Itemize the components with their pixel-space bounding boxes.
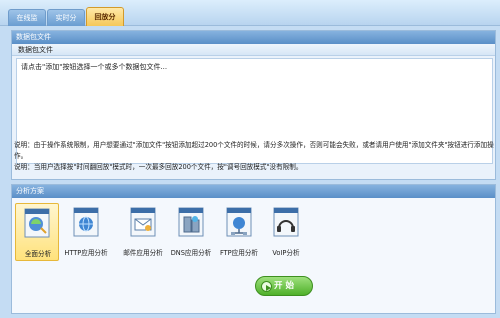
ftp-analysis-icon <box>226 207 252 237</box>
note-line-1: 说明：由于操作系统限制，用户想要通过"添加文件"按钮添加超过200个文件的时候，… <box>14 141 494 160</box>
note-line-2: 说明：当用户选择按"时间翻回放"模式时，一次最多回放200个文件，按"调号回放模… <box>14 163 303 171</box>
packet-file-panel-title: 数据包文件 <box>12 31 495 44</box>
tab-replay-analysis[interactable]: 回放分析 <box>86 7 124 39</box>
voip-analysis-icon <box>273 207 299 237</box>
play-icon <box>261 281 272 292</box>
plan-full-analysis[interactable]: 全面分析 <box>15 203 59 261</box>
mail-analysis-icon <box>130 207 156 237</box>
plan-label: HTTP应用分析 <box>64 249 108 257</box>
start-button[interactable]: 开 始 <box>255 276 313 296</box>
plan-http-analysis[interactable]: HTTP应用分析 <box>64 203 108 261</box>
full-analysis-icon <box>24 208 50 238</box>
plan-label: VoIP分析 <box>272 249 300 257</box>
dns-analysis-icon <box>178 207 204 237</box>
analysis-plan-panel: 分析方案 全面分析 HTTP应用分析 邮件应用分析 DNS应用分析 FTP应用分… <box>11 184 496 314</box>
plan-voip-analysis[interactable]: VoIP分析 <box>264 203 308 261</box>
start-button-label: 开 始 <box>274 281 294 291</box>
tab-bar: 在线监测 实时分析 回放分析 <box>0 0 500 39</box>
packet-file-placeholder: 请点击"添加"按钮选择一个或多个数据包文件... <box>21 63 168 71</box>
packet-file-panel: 数据包文件 数据包文件 请点击"添加"按钮选择一个或多个数据包文件... 说明：… <box>11 30 496 180</box>
tab-online-monitor[interactable]: 在线监测 <box>8 9 46 38</box>
notes: 说明：由于操作系统限制，用户想要通过"添加文件"按钮添加超过200个文件的时候，… <box>14 140 495 173</box>
analysis-plan-list: 全面分析 HTTP应用分析 邮件应用分析 DNS应用分析 FTP应用分析 VoI… <box>12 198 495 315</box>
packet-file-column-header: 数据包文件 <box>12 44 495 56</box>
analysis-plan-panel-title: 分析方案 <box>12 185 495 198</box>
http-analysis-icon <box>73 207 99 237</box>
tab-realtime-analysis[interactable]: 实时分析 <box>47 9 85 38</box>
